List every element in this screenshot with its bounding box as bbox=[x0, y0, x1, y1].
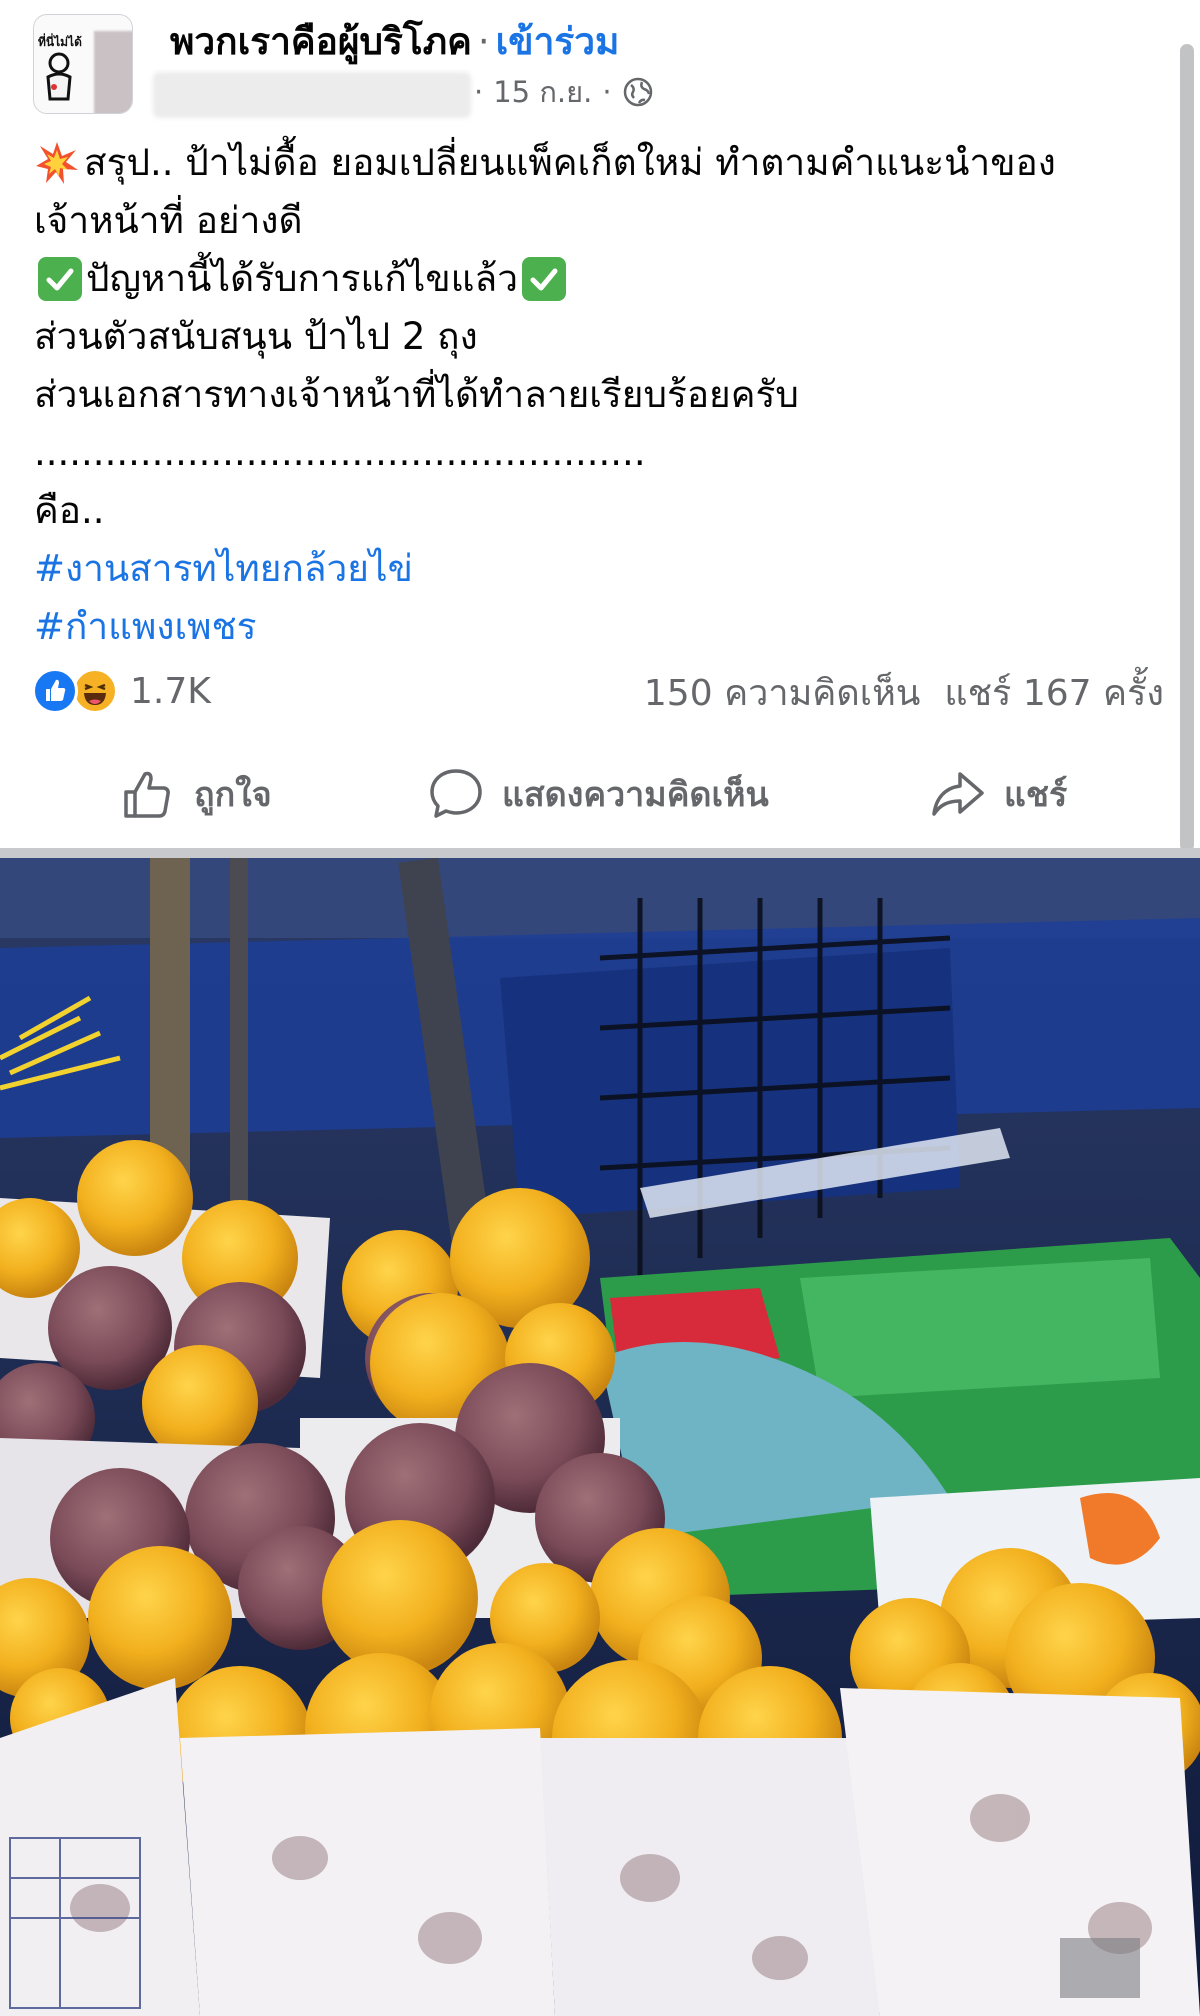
scrollbar[interactable] bbox=[1180, 44, 1194, 852]
reaction-count: 1.7K bbox=[130, 670, 211, 712]
share-label: แชร์ bbox=[1004, 775, 1068, 815]
post-line: #งานสารทไทยกล้วยไข่ bbox=[34, 540, 1154, 598]
action-bar: ถูกใจ แสดงความคิดเห็น แชร์ bbox=[0, 750, 1200, 838]
post-text-line-4: ส่วนตัวสนับสนุน ป้าไป 2 ถุง bbox=[34, 315, 478, 358]
avatar-figure-icon bbox=[46, 52, 72, 101]
separator-dot: · bbox=[602, 75, 612, 109]
share-button[interactable]: แชร์ bbox=[930, 766, 1067, 822]
post-body: สรุป.. ป้าไม่ดื้อ ยอมเปลี่ยนแพ็คเก็ตใหม่… bbox=[34, 134, 1154, 656]
post-line: เจ้าหน้าที่ อย่างดี bbox=[34, 192, 1154, 250]
post-line: ปัญหานี้ได้รับการแก้ไขแล้ว bbox=[34, 250, 1154, 308]
post-line: สรุป.. ป้าไม่ดื้อ ยอมเปลี่ยนแพ็คเก็ตใหม่… bbox=[34, 134, 1154, 192]
comment-bubble-icon bbox=[430, 769, 482, 818]
thumbs-up-icon bbox=[124, 771, 170, 818]
post-text-line-7: คือ.. bbox=[34, 489, 105, 532]
post-text-line-2: เจ้าหน้าที่ อย่างดี bbox=[34, 199, 303, 242]
post-text-line-3: ปัญหานี้ได้รับการแก้ไขแล้ว bbox=[86, 257, 518, 300]
group-name[interactable]: พวกเราคือผู้บริโภค bbox=[170, 20, 472, 63]
post-text-dotted-line: ........................................… bbox=[34, 431, 646, 474]
like-label: ถูกใจ bbox=[194, 775, 272, 815]
collision-burst-icon bbox=[36, 142, 78, 184]
post-photo[interactable] bbox=[0, 858, 1200, 2016]
join-button[interactable]: เข้าร่วม bbox=[496, 20, 620, 63]
comment-button[interactable]: แสดงความคิดเห็น bbox=[428, 766, 769, 822]
post-date[interactable]: 15 ก.ย. bbox=[493, 72, 592, 112]
post-header: ที่นี่ไม่ได้ พวกเราคือผู้บริโภค · เข้าร่วม… bbox=[0, 0, 1200, 125]
section-divider bbox=[0, 848, 1200, 858]
post-text-line-5: ส่วนเอกสารทางเจ้าหน้าที่ได้ทำลายเรียบร้อ… bbox=[34, 373, 799, 416]
post-line: #กำแพงเพชร bbox=[34, 598, 1154, 656]
market-photo-illustration bbox=[0, 858, 1200, 2016]
post-text-line-1: สรุป.. ป้าไม่ดื้อ ยอมเปลี่ยนแพ็คเก็ตใหม่… bbox=[84, 141, 1056, 184]
group-avatar[interactable]: ที่นี่ไม่ได้ bbox=[33, 14, 133, 114]
group-title-line: พวกเราคือผู้บริโภค · เข้าร่วม bbox=[170, 18, 619, 66]
comments-count[interactable]: 150 ความคิดเห็น bbox=[644, 673, 921, 714]
haha-reaction-icon bbox=[72, 668, 118, 714]
globe-icon bbox=[623, 77, 652, 107]
reaction-summary[interactable]: 1.7K bbox=[32, 668, 211, 714]
avatar-logo-text: ที่นี่ไม่ได้ bbox=[38, 35, 82, 49]
hashtag-link[interactable]: #กำแพงเพชร bbox=[34, 598, 257, 656]
like-button[interactable]: ถูกใจ bbox=[120, 766, 272, 822]
hashtag-link[interactable]: #งานสารทไทยกล้วยไข่ bbox=[34, 540, 413, 598]
check-mark-icon bbox=[521, 257, 566, 301]
separator-dot: · bbox=[477, 20, 490, 63]
like-reaction-icon bbox=[32, 668, 78, 714]
separator-dot: · bbox=[474, 75, 484, 109]
blurred-avatar-region bbox=[94, 31, 132, 113]
post-line: คือ.. bbox=[34, 482, 1154, 540]
engagement-stats: 150 ความคิดเห็น แชร์ 167 ครั้ง bbox=[644, 668, 1164, 720]
comment-label: แสดงความคิดเห็น bbox=[502, 775, 769, 815]
blurred-author-name bbox=[153, 72, 471, 118]
share-arrow-icon bbox=[932, 772, 984, 816]
shares-count[interactable]: แชร์ 167 ครั้ง bbox=[944, 673, 1164, 714]
check-mark-icon bbox=[38, 257, 82, 301]
post-line: ส่วนเอกสารทางเจ้าหน้าที่ได้ทำลายเรียบร้อ… bbox=[34, 366, 1154, 424]
post-meta: · 15 ก.ย. · bbox=[474, 72, 654, 112]
post-line: ส่วนตัวสนับสนุน ป้าไป 2 ถุง bbox=[34, 308, 1154, 366]
post-line: ........................................… bbox=[34, 424, 1154, 482]
